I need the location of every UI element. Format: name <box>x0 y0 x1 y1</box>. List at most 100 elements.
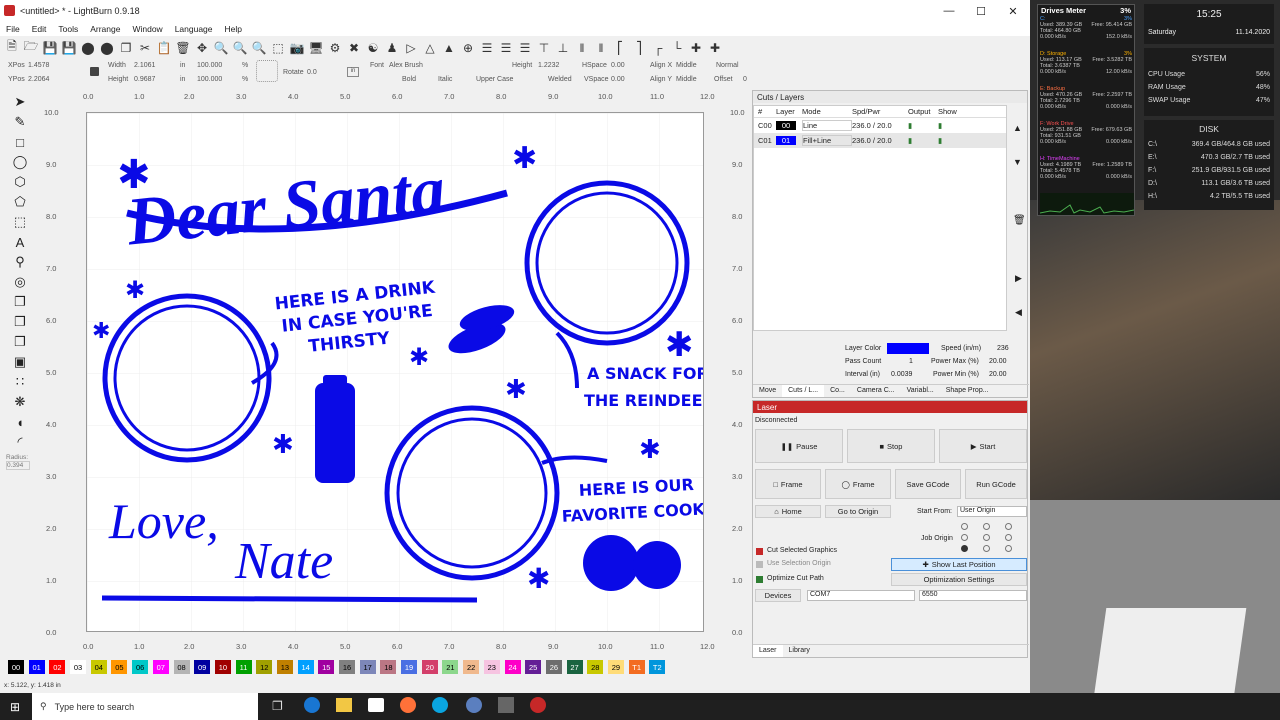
close-icon[interactable]: ✕ <box>998 0 1028 22</box>
tab-console[interactable]: Co... <box>824 385 851 397</box>
weld-icon[interactable]: ❐ <box>10 292 30 312</box>
width-field[interactable]: 2.1061 <box>134 62 155 69</box>
collapse-icon[interactable]: ◀ <box>1015 307 1022 318</box>
tab-cuts-layers[interactable]: Cuts / L... <box>782 385 825 397</box>
distribute-h-icon[interactable]: ‖ <box>574 40 590 56</box>
job-origin-radio[interactable] <box>1005 545 1012 552</box>
start-from-select[interactable]: User Origin <box>957 506 1027 517</box>
table-row[interactable]: C01 01 Fill+Line 236.0 / 20.0 ▮ ▮ <box>754 133 1006 148</box>
move-icon[interactable]: ✥ <box>194 40 210 56</box>
palette-swatch[interactable]: 28 <box>587 660 604 674</box>
xpos-field[interactable]: 1.4578 <box>28 62 49 69</box>
text-icon[interactable]: A <box>10 232 30 252</box>
palette-swatch[interactable]: 07 <box>152 660 169 674</box>
open-folder-icon[interactable]: 🗁 <box>23 39 39 56</box>
array-icon[interactable]: ∷ <box>10 372 30 392</box>
ungroup-icon[interactable]: ♟ <box>384 40 400 56</box>
copy-icon[interactable]: ❐ <box>118 40 134 56</box>
mirror-icon[interactable]: ▲ <box>441 40 457 56</box>
app-icon[interactable] <box>466 697 482 713</box>
bold-checkbox[interactable]: Bold <box>402 76 416 83</box>
palette-swatch[interactable]: 08 <box>173 660 190 674</box>
boolean-icon[interactable]: ❐ <box>10 312 30 332</box>
lightburn-taskbar-icon[interactable] <box>530 697 546 713</box>
table-row[interactable]: C00 00 Line 236.0 / 20.0 ▮ ▮ <box>754 118 1006 133</box>
palette-swatch[interactable]: 02 <box>49 660 66 674</box>
pen-icon[interactable]: ✎ <box>10 112 30 132</box>
intersect-icon[interactable]: ▣ <box>10 352 30 372</box>
show-last-position-button[interactable]: ✚ Show Last Position <box>891 558 1027 571</box>
fillet-icon[interactable]: ◖ <box>10 412 30 432</box>
menu-help[interactable]: Help <box>219 24 248 34</box>
pass-count-field[interactable]: 1 <box>909 358 913 365</box>
tab-shape-properties[interactable]: Shape Prop... <box>940 385 995 397</box>
use-selection-checkbox[interactable] <box>756 561 763 568</box>
palette-swatch[interactable]: 20 <box>421 660 438 674</box>
save-as-icon[interactable]: 💾 <box>61 40 77 56</box>
palette-swatch[interactable]: 19 <box>401 660 418 674</box>
palette-swatch[interactable]: 00 <box>8 660 24 674</box>
palette-swatch[interactable]: 21 <box>442 660 459 674</box>
file-explorer-icon[interactable] <box>336 698 352 712</box>
palette-swatch[interactable]: 11 <box>235 660 252 674</box>
monitor-icon[interactable]: 🖥 <box>308 40 324 56</box>
menu-window[interactable]: Window <box>126 24 168 34</box>
job-origin-radio-selected[interactable] <box>961 545 968 552</box>
polygon-icon[interactable]: ⬡ <box>10 172 30 192</box>
zoom-selection-icon[interactable]: ⬚ <box>270 40 286 56</box>
rectangle-icon[interactable]: □ <box>10 132 30 152</box>
task-view-icon[interactable]: ❐ <box>272 699 283 713</box>
cut-icon[interactable]: ✂ <box>137 40 153 56</box>
devices-button[interactable]: Devices <box>755 589 801 602</box>
origin-grid-icon[interactable] <box>256 60 278 82</box>
move-apart-icon[interactable]: ⎤ <box>631 40 647 56</box>
welded-checkbox[interactable]: Welded <box>548 76 572 83</box>
job-origin-radio[interactable] <box>983 523 990 530</box>
job-origin-radio[interactable] <box>961 534 968 541</box>
text-height-field[interactable]: 1.2232 <box>538 62 559 69</box>
nudge-icon[interactable]: ✚ <box>688 40 704 56</box>
font-select[interactable]: Alex Brush <box>389 62 423 69</box>
upper-case-checkbox[interactable]: Upper Case <box>476 76 513 83</box>
import-icon[interactable]: ⬤ <box>80 40 96 56</box>
mm-in-toggle[interactable]: in <box>347 67 359 77</box>
palette-swatch[interactable]: T2 <box>649 660 666 674</box>
corner-round-icon[interactable]: ◜ <box>10 432 30 452</box>
height-field[interactable]: 0.9687 <box>134 76 155 83</box>
palette-swatch[interactable]: 13 <box>276 660 293 674</box>
cut-selected-checkbox[interactable] <box>756 548 763 555</box>
tab-variable-text[interactable]: Variabl... <box>901 385 940 397</box>
palette-swatch[interactable]: T1 <box>628 660 645 674</box>
taskbar-search-box[interactable]: ⚲ Type here to search <box>32 693 258 720</box>
device-select[interactable]: 6550 <box>919 590 1027 601</box>
palette-swatch[interactable]: 10 <box>214 660 231 674</box>
align-y-select[interactable]: Middle <box>676 76 697 83</box>
port-select[interactable]: COM7 <box>807 590 915 601</box>
layer-color-swatch[interactable] <box>887 343 929 354</box>
home-button[interactable]: ⌂ Home <box>755 505 821 518</box>
text-mode-select[interactable]: Normal <box>716 62 739 69</box>
mode-select[interactable]: Fill+Line <box>802 135 852 146</box>
firefox-icon[interactable] <box>400 697 416 713</box>
export-icon[interactable]: ⬤ <box>99 40 115 56</box>
new-file-icon[interactable]: 🗎 <box>4 39 20 56</box>
palette-swatch[interactable]: 26 <box>545 660 562 674</box>
design-canvas[interactable]: ✱ ✱ ✱ ✱ ✱ ✱ ✱ ✱ ✱ ✱ Dear Santa HERE IS A… <box>86 112 704 632</box>
palette-swatch[interactable]: 12 <box>256 660 273 674</box>
ie-icon[interactable] <box>432 697 448 713</box>
trash-icon[interactable]: 🗑 <box>1013 215 1026 226</box>
save-icon[interactable]: 💾 <box>42 40 58 56</box>
go-to-origin-button[interactable]: Go to Origin <box>825 505 891 518</box>
stop-button[interactable]: ■ Stop <box>847 429 935 463</box>
save-gcode-button[interactable]: Save GCode <box>895 469 961 499</box>
scale-height-field[interactable]: 100.000 <box>197 76 222 83</box>
align-top-icon[interactable]: ⊤ <box>536 40 552 56</box>
ellipse-icon[interactable]: ◯ <box>10 152 30 172</box>
subtract-icon[interactable]: ❐ <box>10 332 30 352</box>
flip-horizontal-icon[interactable]: ▷ <box>403 40 419 56</box>
select-arrow-icon[interactable]: ➤ <box>10 92 30 112</box>
speed-field[interactable]: 236 <box>997 345 1009 352</box>
menu-tools[interactable]: Tools <box>52 24 84 34</box>
job-origin-radio[interactable] <box>1005 534 1012 541</box>
palette-swatch[interactable]: 29 <box>607 660 624 674</box>
